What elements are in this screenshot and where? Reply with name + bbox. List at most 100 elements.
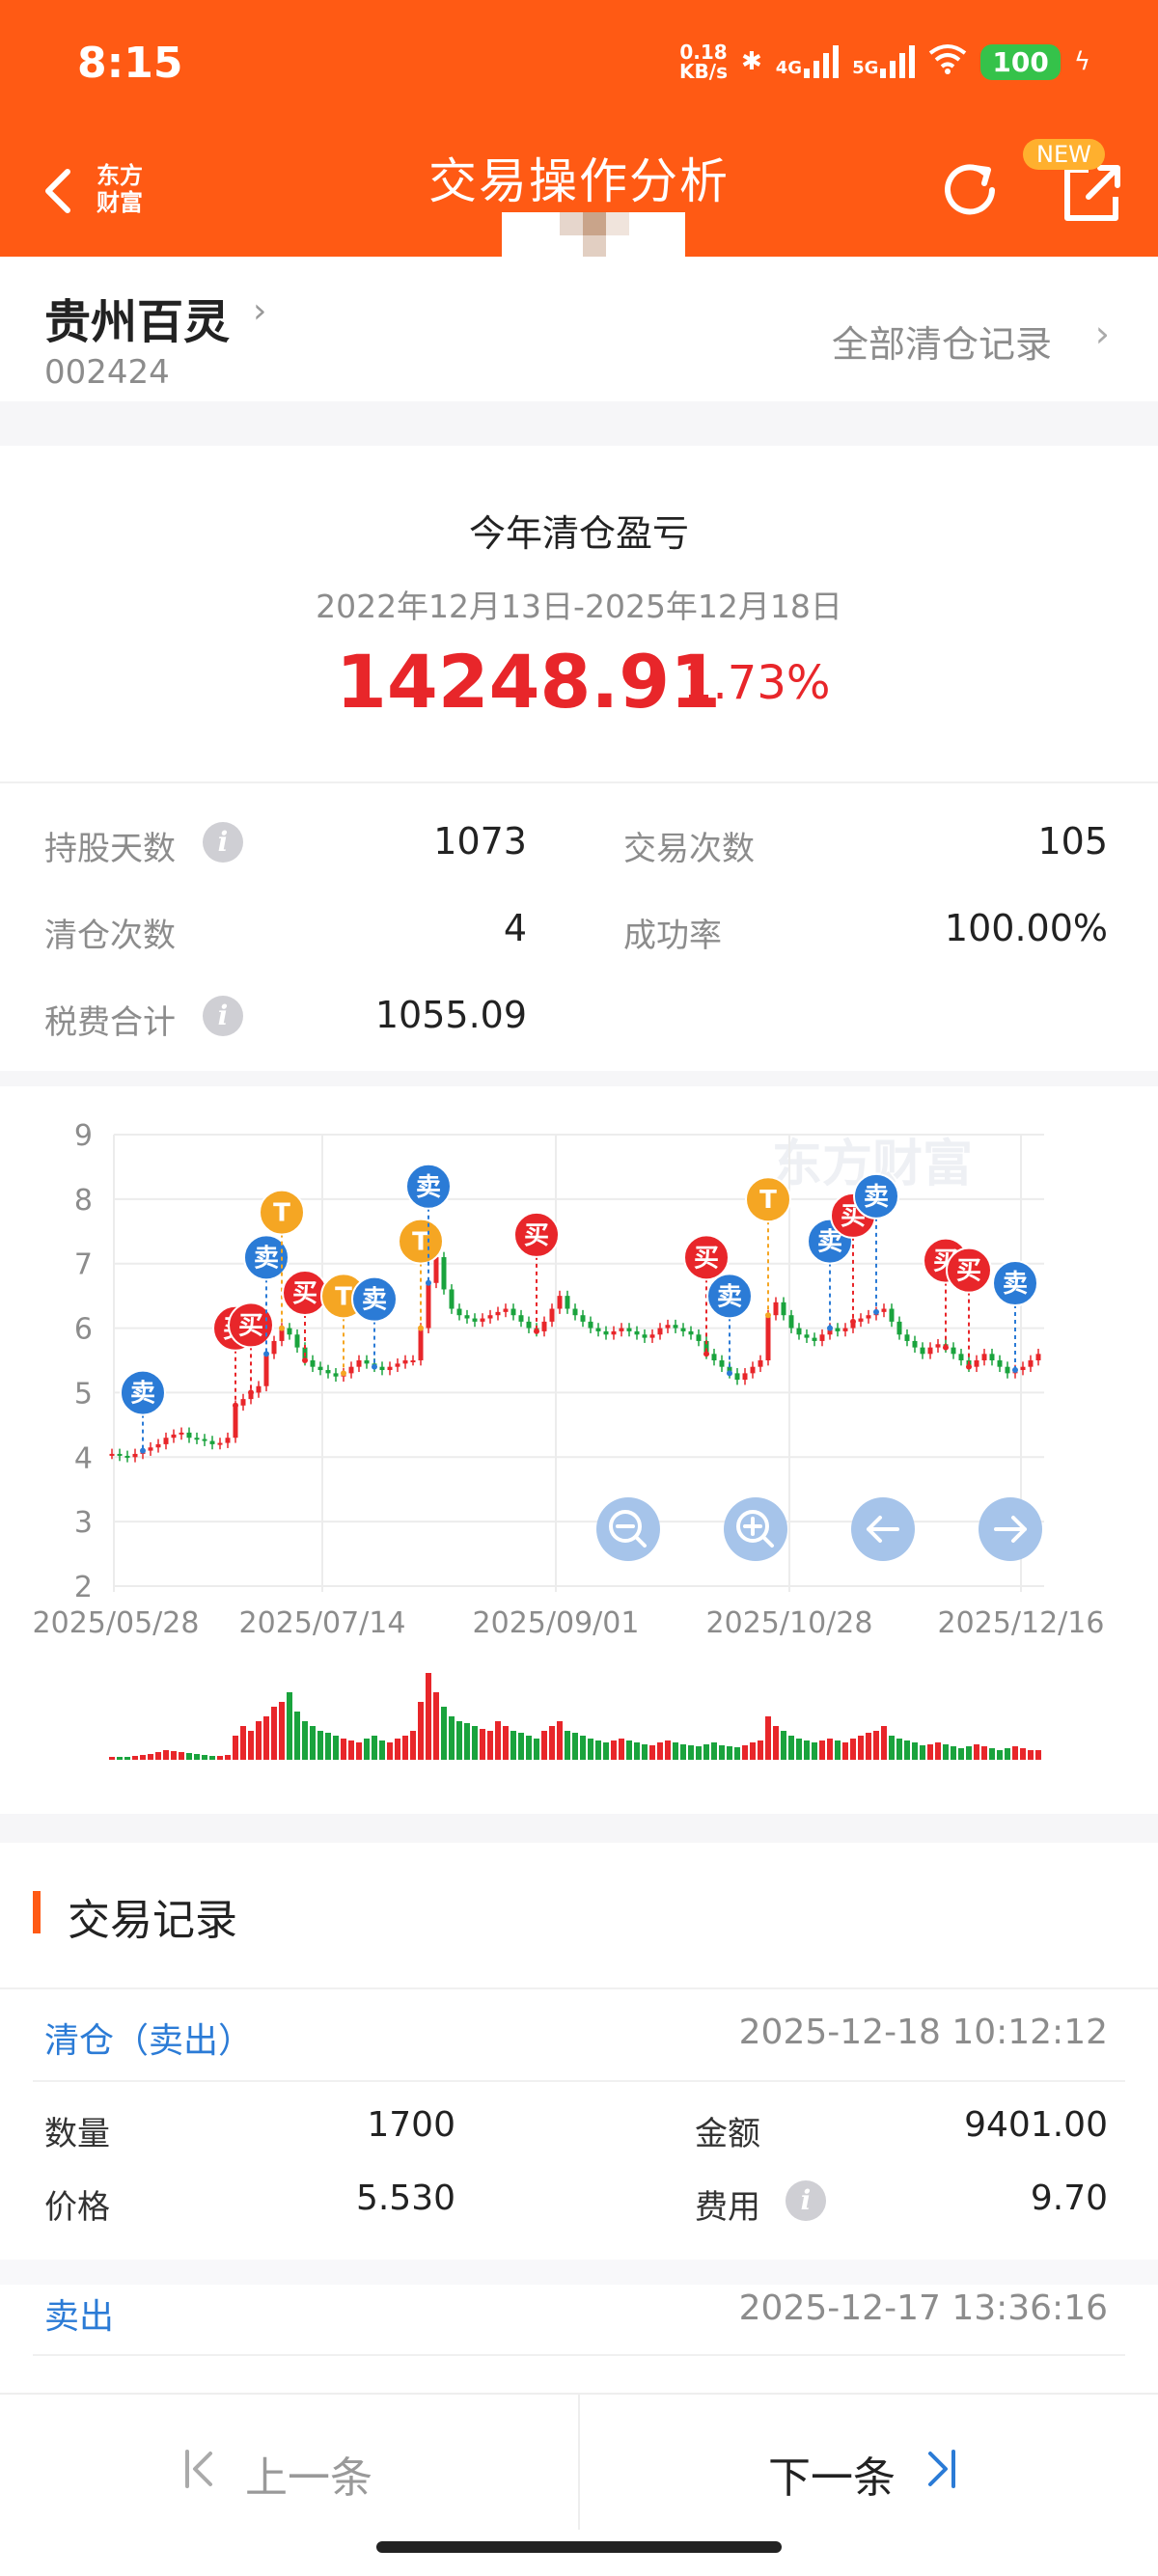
candle-body — [634, 1330, 640, 1335]
trade-marker-label: T — [335, 1282, 352, 1311]
bluetooth-icon: ✱ — [740, 47, 762, 76]
y-tick-label: 3 — [74, 1506, 93, 1540]
candle-body — [1020, 1366, 1026, 1371]
volume-bar — [796, 1739, 802, 1760]
volume-bar — [719, 1745, 725, 1760]
volume-bar — [518, 1733, 524, 1760]
stock-header[interactable]: 贵州百灵 › 002424 全部清仓记录 › — [0, 257, 1158, 401]
divider — [33, 2354, 1125, 2356]
marker-dot — [827, 1325, 833, 1331]
kline-chart[interactable]: 东方财富987654322025/05/28 2025/07/14 2025/09/… — [0, 1086, 1158, 1814]
candle-body — [588, 1321, 593, 1329]
candle-body — [240, 1399, 246, 1406]
record-time: 2025-12-18 10:12:12 — [738, 2013, 1108, 2052]
divider — [0, 1987, 1158, 1989]
info-icon[interactable]: i — [203, 822, 243, 863]
candle-body — [673, 1325, 678, 1329]
chevron-right-icon: › — [253, 291, 267, 331]
share-icon[interactable] — [1060, 160, 1125, 226]
volume-bar — [117, 1757, 123, 1760]
candle-body — [510, 1308, 516, 1316]
price-value: 5.530 — [355, 2179, 455, 2218]
profit-summary: 今年清仓盈亏 2022年12月13日-2025年12月18日 14248.91 … — [0, 446, 1158, 1071]
volume-bar — [951, 1746, 956, 1760]
candle-body — [688, 1330, 694, 1335]
wifi-icon — [928, 43, 967, 81]
candle-body — [186, 1432, 192, 1439]
stat-label-tax-total: 税费合计 — [44, 1003, 176, 1042]
qty-label: 数量 — [44, 2115, 110, 2153]
marker-dot — [140, 1447, 146, 1454]
info-icon[interactable]: i — [786, 2180, 826, 2221]
marker-dot — [850, 1318, 856, 1325]
volume-bar — [665, 1740, 671, 1760]
record-type: 清仓（卖出） — [44, 2021, 254, 2061]
volume-bar — [140, 1755, 146, 1760]
candle-body — [788, 1315, 794, 1329]
zoom-out-button[interactable] — [596, 1497, 660, 1561]
volume-bar — [248, 1731, 254, 1760]
candle-body — [665, 1325, 671, 1329]
all-clear-records-link[interactable]: 全部清仓记录 — [832, 315, 1052, 368]
candle-body — [642, 1334, 648, 1338]
candle-body — [433, 1257, 439, 1283]
amount-value: 9401.00 — [964, 2105, 1108, 2145]
volume-bar — [626, 1740, 632, 1760]
x-tick-label: 2025/05/28 — [33, 1606, 200, 1640]
previous-button[interactable]: 上一条 — [183, 2443, 372, 2505]
volume-bar — [109, 1757, 115, 1760]
volume-bar — [541, 1731, 547, 1760]
scroll-left-button[interactable] — [851, 1497, 915, 1561]
volume-bar — [333, 1736, 339, 1760]
stock-name[interactable]: 贵州百灵 — [44, 284, 230, 351]
candle-body — [526, 1321, 532, 1329]
volume-bar — [758, 1740, 763, 1760]
volume-bar — [657, 1742, 663, 1760]
marker-dot — [873, 1308, 879, 1315]
candle-body — [310, 1360, 316, 1367]
first-icon — [183, 2448, 216, 2501]
divider — [33, 2080, 1125, 2082]
volume-bar — [487, 1731, 493, 1760]
volume-bar — [935, 1742, 941, 1760]
volume-bar — [642, 1744, 648, 1760]
trade-marker-label: 卖 — [254, 1244, 279, 1273]
volume-bar — [904, 1740, 910, 1760]
trade-marker-label: T — [759, 1186, 777, 1215]
volume-bar — [696, 1746, 702, 1760]
kline-chart-card[interactable]: 东方财富 9 8 7 6 5 4 3 2 2025/05/28 2025/07/14 2025/09/… — [0, 1086, 1158, 1814]
trade-marker-label: T — [412, 1228, 429, 1257]
candle-body — [611, 1330, 617, 1335]
candle-body — [503, 1308, 509, 1312]
info-icon[interactable]: i — [203, 996, 243, 1036]
amount-label: 金额 — [695, 2115, 760, 2153]
candle-body — [1005, 1366, 1010, 1374]
volume-bar — [680, 1744, 686, 1760]
candle-body — [927, 1347, 933, 1355]
scroll-right-button[interactable] — [979, 1497, 1042, 1561]
refresh-icon[interactable] — [936, 156, 1004, 224]
volume-bar — [896, 1739, 902, 1760]
candle-body — [456, 1308, 462, 1316]
zoom-in-button[interactable] — [724, 1497, 787, 1561]
marker-dot — [1012, 1367, 1018, 1374]
volume-bar — [966, 1746, 972, 1760]
candle-body — [418, 1328, 424, 1360]
candle-body — [1028, 1360, 1034, 1367]
y-tick-label: 5 — [74, 1377, 93, 1411]
candle-body — [217, 1442, 223, 1445]
profit-value: 14248.91 — [336, 639, 722, 725]
volume-bar — [711, 1742, 717, 1760]
volume-bar — [395, 1739, 400, 1760]
candle-body — [603, 1330, 609, 1335]
last-icon — [924, 2448, 957, 2501]
volume-bar — [835, 1740, 841, 1760]
signal-4g-icon: 4G — [776, 45, 840, 78]
volume-bar — [263, 1716, 269, 1760]
volume-bar — [426, 1673, 431, 1760]
volume-bar — [673, 1742, 678, 1760]
next-button[interactable]: 下一条 — [768, 2443, 957, 2505]
volume-bar — [703, 1744, 709, 1760]
marker-dot — [966, 1363, 972, 1370]
volume-bar — [812, 1742, 817, 1760]
